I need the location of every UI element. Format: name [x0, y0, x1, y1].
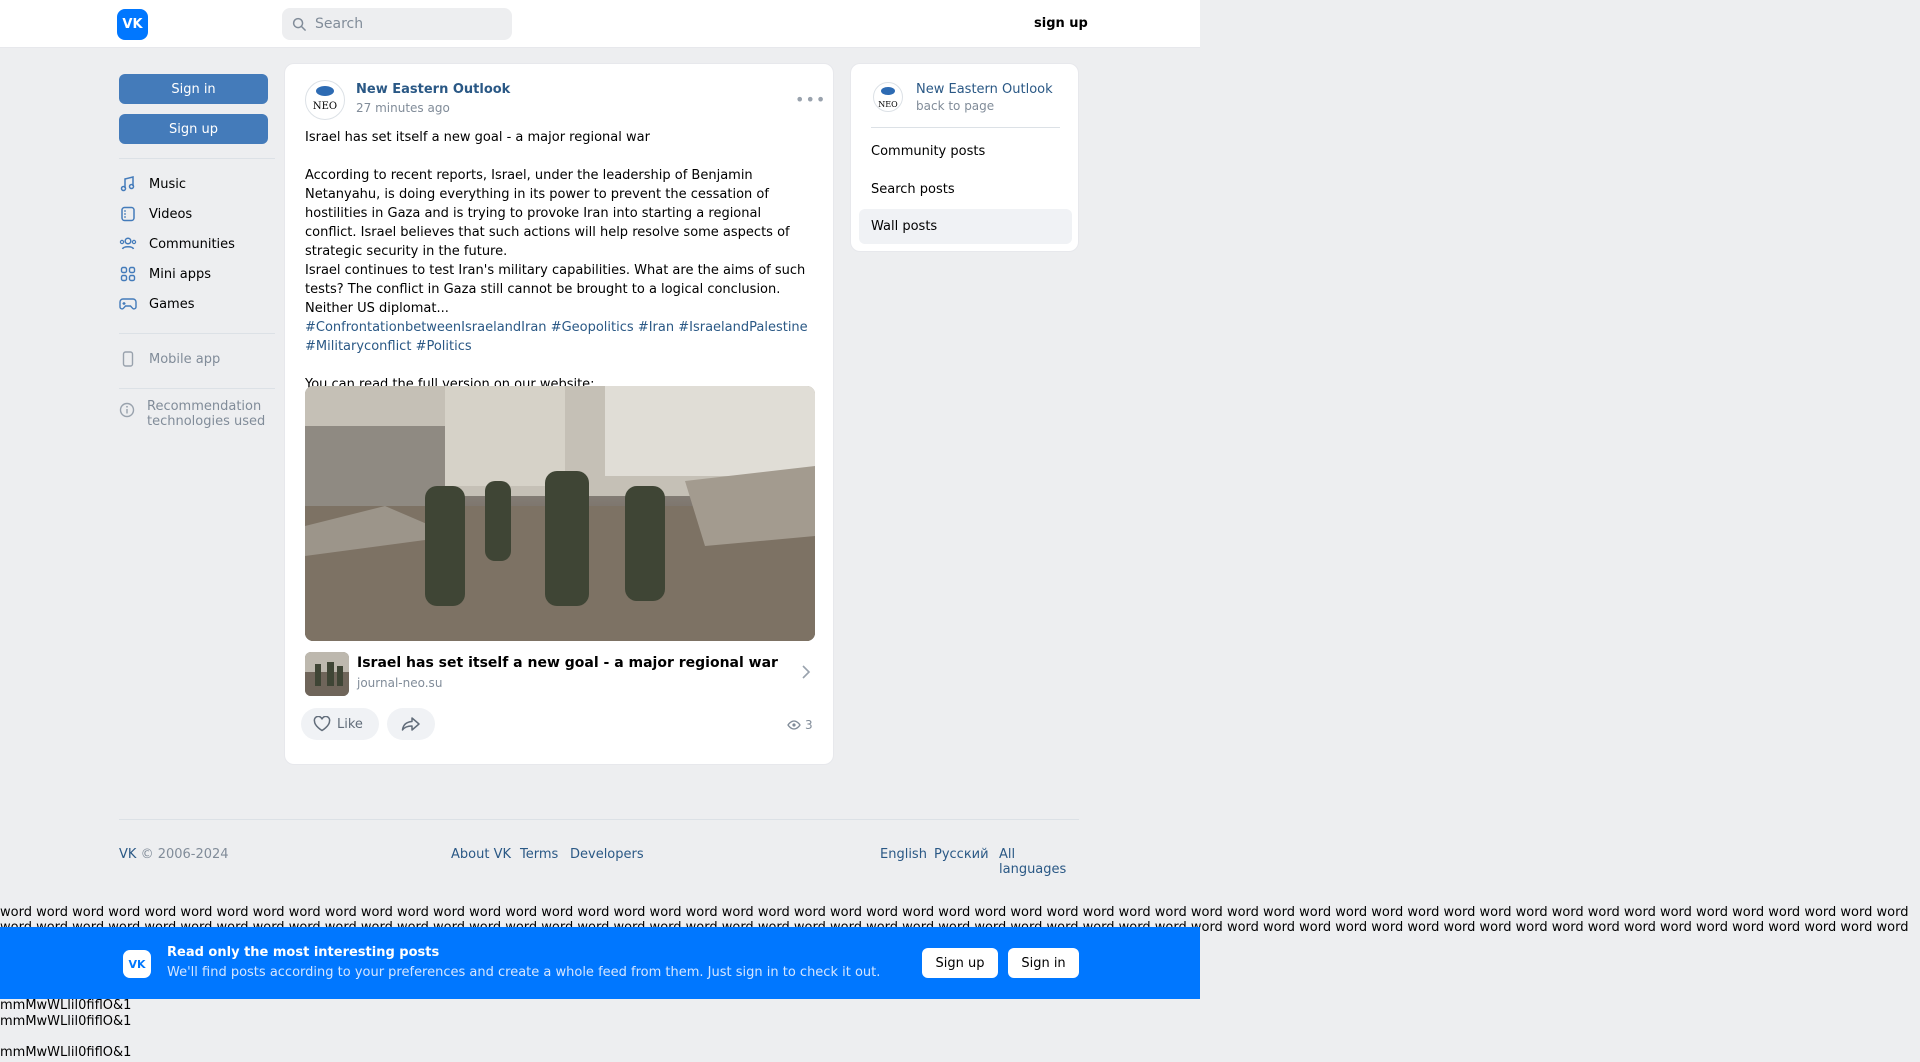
like-button[interactable]: Like [301, 708, 379, 740]
hashtag-link[interactable]: #Geopolitics [551, 320, 634, 335]
hashtag-link[interactable]: #Militaryconflict [305, 339, 411, 354]
copyright-text: © 2006-2024 [140, 847, 229, 862]
avatar-text: NEO [312, 100, 338, 112]
hashtag-link[interactable]: #ConfrontationbetweenIsraelandIran [305, 320, 547, 335]
nav-label: Music [149, 176, 186, 192]
post-title-line: Israel has set itself a new goal - a maj… [305, 130, 650, 145]
share-icon [401, 717, 420, 731]
community-avatar[interactable]: NEO [305, 80, 345, 120]
globe-icon [316, 86, 334, 96]
more-options-icon[interactable]: ••• [795, 90, 826, 109]
globe-icon [881, 87, 895, 95]
soldiers-photo-illustration [305, 386, 815, 641]
info-icon [119, 401, 135, 419]
menu-item-wall-posts[interactable]: Wall posts [859, 209, 1072, 244]
footer: VK © 2006-2024 About VK Terms Developers… [119, 819, 1079, 877]
link-title[interactable]: Israel has set itself a new goal - a maj… [357, 655, 778, 671]
hashtag-link[interactable]: #Politics [416, 339, 472, 354]
copyright: VK © 2006-2024 [119, 847, 229, 862]
divider [119, 158, 275, 159]
banner-sign-in-button[interactable]: Sign in [1008, 948, 1079, 978]
font-test-text: mmMwWLlil0fiflO&1 [0, 1014, 132, 1029]
nav-label: Communities [149, 236, 235, 252]
menu-item-community-posts[interactable]: Community posts [859, 134, 1072, 169]
post-photo[interactable] [305, 386, 815, 641]
back-to-page-link[interactable]: back to page [916, 99, 994, 113]
banner-subtitle: We'll find posts according to your prefe… [167, 965, 881, 980]
menu-item-search-posts[interactable]: Search posts [859, 172, 1072, 207]
sign-up-link[interactable]: sign up [1034, 16, 1088, 31]
recommendation-link[interactable]: Recommendation technologies used [119, 399, 275, 439]
nav-label: Games [149, 296, 195, 312]
vk-link[interactable]: VK [119, 847, 136, 862]
videos-icon [119, 205, 137, 223]
developers-link[interactable]: Developers [570, 847, 644, 862]
communities-icon [119, 235, 137, 253]
like-label: Like [337, 716, 363, 732]
english-link[interactable]: English [880, 847, 927, 862]
banner-sign-up-button[interactable]: Sign up [922, 948, 998, 978]
mobile-app-label: Mobile app [149, 351, 221, 367]
views-count: 3 [805, 718, 813, 732]
mobile-app-link[interactable]: Mobile app [119, 344, 275, 374]
games-icon [119, 295, 137, 313]
post-body-paragraph: According to recent reports, Israel, und… [305, 168, 790, 259]
nav-label: Videos [149, 206, 193, 222]
share-button[interactable] [387, 708, 435, 740]
avatar-text: NEO [878, 100, 898, 109]
sign-up-button[interactable]: Sign up [119, 114, 268, 144]
all-languages-link[interactable]: All languages [999, 847, 1066, 877]
link-preview-card[interactable]: Israel has set itself a new goal - a maj… [305, 652, 815, 698]
post-time[interactable]: 27 minutes ago [356, 101, 450, 115]
font-test-text: mmMwWLlil0fiflO&1 [0, 1045, 132, 1060]
hashtag-list: #ConfrontationbetweenIsraelandIran #Geop… [305, 318, 815, 356]
search-icon [292, 17, 306, 31]
banner-title: Read only the most interesting posts [167, 945, 440, 960]
divider [871, 127, 1060, 128]
eye-icon [787, 720, 801, 730]
signup-banner: VK Read only the most interesting posts … [0, 927, 1200, 999]
views-counter: 3 [787, 718, 813, 732]
nav-item-music[interactable]: Music [119, 169, 275, 199]
search-input[interactable]: Search [282, 8, 512, 40]
link-thumbnail [305, 652, 349, 696]
left-sidebar: Sign in Sign up Music Videos Communities… [119, 74, 275, 439]
post-body-paragraph: Israel continues to test Iran's military… [305, 263, 806, 316]
about-link[interactable]: About VK [451, 847, 511, 862]
link-domain: journal-neo.su [357, 676, 443, 690]
chevron-right-icon [801, 665, 811, 683]
nav-label: Mini apps [149, 266, 212, 282]
top-bar: VK Search sign up [0, 0, 1200, 48]
music-icon [119, 175, 137, 193]
hashtag-link[interactable]: #Iran [638, 320, 674, 335]
recommendation-label: Recommendation technologies used [147, 399, 266, 429]
font-test-text: mmMwWLlil0fiflO&1 [0, 998, 132, 1013]
post-author-link[interactable]: New Eastern Outlook [356, 82, 510, 97]
heart-icon [313, 716, 331, 732]
nav-item-mini-apps[interactable]: Mini apps [119, 259, 275, 289]
divider [119, 388, 275, 389]
mini-apps-icon [119, 265, 137, 283]
vk-logo-icon[interactable]: VK [117, 9, 148, 40]
hashtag-link[interactable]: #IsraelandPalestine [678, 320, 807, 335]
search-placeholder: Search [315, 16, 364, 32]
divider [119, 333, 275, 334]
phone-icon [119, 350, 137, 368]
wall-post: NEO New Eastern Outlook 27 minutes ago •… [284, 63, 834, 765]
nav-item-videos[interactable]: Videos [119, 199, 275, 229]
sign-in-button[interactable]: Sign in [119, 74, 268, 104]
nav-item-communities[interactable]: Communities [119, 229, 275, 259]
nav-item-games[interactable]: Games [119, 289, 275, 319]
community-avatar-small[interactable]: NEO [873, 82, 903, 112]
community-name-link[interactable]: New Eastern Outlook [916, 82, 1053, 97]
post-text: Israel has set itself a new goal - a maj… [305, 128, 815, 394]
russian-link[interactable]: Русский [934, 847, 989, 862]
right-sidebar: NEO New Eastern Outlook back to page Com… [850, 63, 1079, 252]
vk-logo-icon: VK [123, 950, 151, 978]
terms-link[interactable]: Terms [520, 847, 558, 862]
